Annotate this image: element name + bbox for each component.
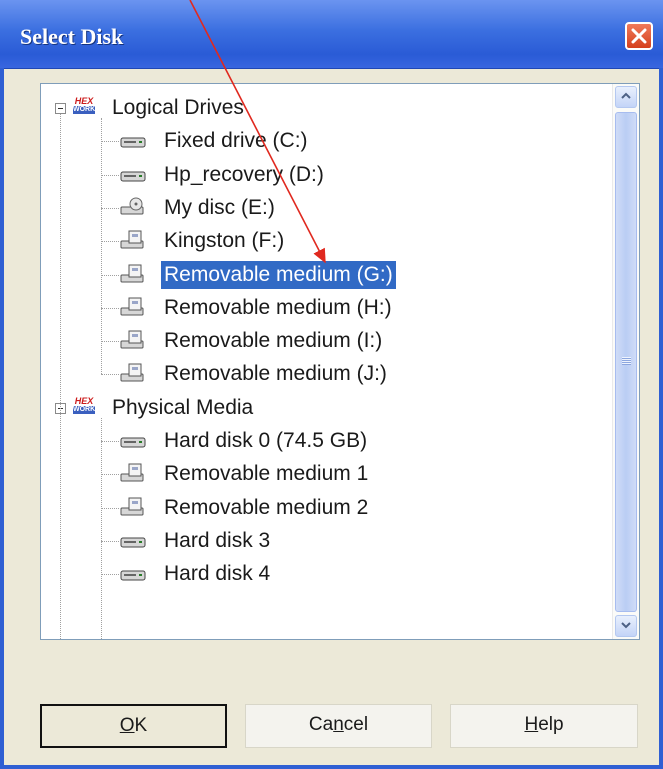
window-border-left: [0, 68, 4, 769]
dialog-title: Select Disk: [20, 24, 124, 49]
tree-item[interactable]: Kingston (F:): [161, 227, 287, 255]
vertical-scrollbar[interactable]: [612, 84, 639, 639]
chevron-down-icon: [621, 622, 631, 629]
tree-item[interactable]: Removable medium (G:): [161, 260, 396, 289]
removable-drive-icon: [119, 496, 147, 518]
tree-item[interactable]: Removable medium (H:): [161, 294, 395, 322]
collapse-toggle[interactable]: [55, 103, 66, 114]
tree-connector: [101, 417, 102, 639]
tree-item[interactable]: My disc (E:): [161, 194, 278, 222]
scrollbar-thumb[interactable]: [615, 112, 637, 612]
tree-connector: [101, 540, 119, 542]
tree-connector: [101, 374, 119, 376]
hard-drive-icon: [119, 163, 147, 185]
close-button[interactable]: [625, 22, 653, 50]
removable-drive-icon: [119, 329, 147, 351]
tree-item[interactable]: Hard disk 4: [161, 560, 273, 588]
scroll-grip-icon: [622, 357, 631, 365]
hard-drive-icon: [119, 129, 147, 151]
ok-button[interactable]: OK: [40, 704, 227, 748]
close-icon: [631, 28, 647, 44]
removable-drive-icon: [119, 229, 147, 251]
tree-item[interactable]: Hp_recovery (D:): [161, 161, 327, 189]
hex-logo-icon: HEX WORKS: [73, 395, 100, 414]
removable-drive-icon: [119, 296, 147, 318]
tree-group-label[interactable]: Logical Drives: [109, 94, 247, 122]
tree-connector: [101, 141, 119, 143]
select-disk-dialog: Select Disk HEX WORKS Logical Drives Fixed …: [0, 0, 663, 769]
scroll-up-button[interactable]: [615, 86, 637, 108]
tree-connector: [101, 307, 119, 309]
hard-drive-icon: [119, 562, 147, 584]
cancel-button[interactable]: Cancel: [245, 704, 432, 748]
optical-drive-icon: [119, 196, 147, 218]
window-border-right: [659, 68, 663, 769]
tree-connector: [101, 118, 102, 375]
title-bar[interactable]: Select Disk: [0, 0, 663, 69]
tree-item[interactable]: Fixed drive (C:): [161, 127, 311, 155]
hard-drive-icon: [119, 429, 147, 451]
tree-item[interactable]: Removable medium (J:): [161, 360, 390, 388]
tree-connector: [101, 474, 119, 476]
hard-drive-icon: [119, 529, 147, 551]
tree-item[interactable]: Removable medium 1: [161, 460, 371, 488]
tree-group-label[interactable]: Physical Media: [109, 394, 256, 422]
removable-drive-icon: [119, 462, 147, 484]
tree-connector: [101, 574, 119, 576]
hex-logo-icon: HEX WORKS: [73, 96, 100, 114]
window-border-bottom: [0, 765, 663, 769]
tree-connector: [101, 341, 119, 343]
tree-connector: [101, 441, 119, 442]
help-button[interactable]: Help: [450, 704, 638, 748]
tree-item[interactable]: Hard disk 0 (74.5 GB): [161, 427, 370, 455]
tree-item[interactable]: Hard disk 3: [161, 527, 273, 555]
tree-connector: [101, 241, 119, 243]
scroll-down-button[interactable]: [615, 615, 637, 637]
chevron-up-icon: [621, 92, 631, 99]
removable-drive-icon: [119, 362, 147, 384]
removable-drive-icon: [119, 263, 147, 285]
tree-item[interactable]: Removable medium 2: [161, 494, 371, 522]
tree-connector: [60, 114, 61, 639]
tree-connector: [101, 174, 119, 176]
disk-tree-view[interactable]: HEX WORKS Logical Drives Fixed drive (C:) Hp…: [40, 83, 640, 640]
tree-connector: [101, 207, 119, 209]
tree-item[interactable]: Removable medium (I:): [161, 327, 385, 355]
tree-connector: [101, 507, 119, 509]
tree-connector: [101, 274, 119, 276]
